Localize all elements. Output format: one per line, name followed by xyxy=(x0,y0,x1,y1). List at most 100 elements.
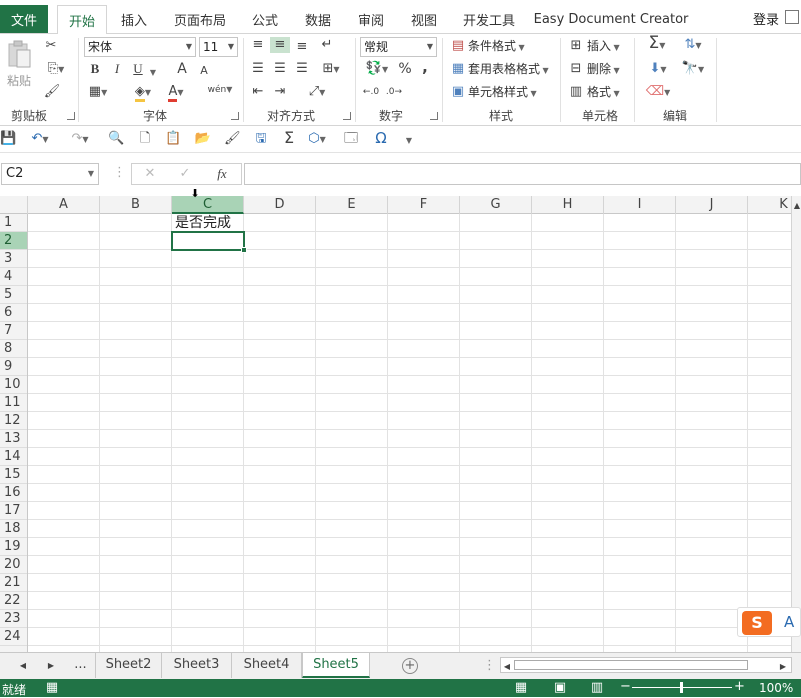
row-header[interactable]: 14 xyxy=(0,448,27,466)
cut-icon[interactable]: ✂ xyxy=(43,38,59,54)
clipboard-launcher-icon[interactable] xyxy=(67,112,75,120)
tab-data[interactable]: 数据 xyxy=(298,5,338,33)
file-tab[interactable]: 文件 xyxy=(0,5,48,33)
align-left-icon[interactable]: ☰ xyxy=(249,61,267,77)
bold-button[interactable]: B xyxy=(88,61,102,77)
undo-icon[interactable]: ↶▼ xyxy=(27,131,53,148)
prev-sheet-icon[interactable]: ◀ xyxy=(18,658,28,674)
italic-button[interactable]: I xyxy=(110,61,124,77)
percent-button[interactable]: % xyxy=(397,61,413,77)
page-break-view-icon[interactable]: ▥ xyxy=(590,680,604,696)
active-cell-c2[interactable] xyxy=(171,231,245,251)
format-as-table-icon[interactable]: ▦ xyxy=(450,61,466,77)
open-folder-icon[interactable]: 📂 xyxy=(194,131,212,147)
scroll-up-icon[interactable]: ▲ xyxy=(792,198,801,214)
scroll-right-icon[interactable]: ▶ xyxy=(779,659,787,675)
zoom-level[interactable]: 100% xyxy=(759,681,793,695)
column-header-e[interactable]: E xyxy=(316,196,388,214)
align-middle-icon[interactable]: ≡ xyxy=(270,37,290,53)
next-sheet-icon[interactable]: ▶ xyxy=(46,658,56,674)
row-header[interactable]: 18 xyxy=(0,520,27,538)
row-header[interactable]: 15 xyxy=(0,466,27,484)
page-layout-view-icon[interactable]: ▣ xyxy=(553,680,567,696)
grow-font-button[interactable]: A xyxy=(175,61,189,77)
row-header[interactable]: 23 xyxy=(0,610,27,628)
alignment-launcher-icon[interactable] xyxy=(343,112,351,120)
cancel-icon[interactable]: ✕ xyxy=(143,166,157,182)
sum-qat-icon[interactable]: Σ xyxy=(281,130,297,146)
merge-center-icon[interactable]: ⊞▼ xyxy=(316,61,346,78)
tab-review[interactable]: 审阅 xyxy=(351,5,391,33)
sheet-tab-sheet4[interactable]: Sheet4 xyxy=(232,653,302,678)
customize-qat-icon[interactable]: ▼ xyxy=(403,132,415,149)
row-header[interactable]: 1 xyxy=(0,214,27,232)
ime-toolbar[interactable]: S A xyxy=(737,607,801,637)
paste-qat-icon[interactable]: 📋 xyxy=(165,131,181,147)
insert-function-button[interactable]: fx xyxy=(214,166,230,182)
delete-cells-button[interactable]: 删除 ▼ xyxy=(587,60,620,80)
column-header-c[interactable]: C xyxy=(172,196,244,214)
macro-record-icon[interactable]: ▦ xyxy=(45,680,59,696)
font-name-select[interactable]: 宋体 ▼ xyxy=(84,37,196,57)
redo-icon[interactable]: ↷▼ xyxy=(67,131,93,148)
zoom-out-icon[interactable]: − xyxy=(620,679,631,695)
font-launcher-icon[interactable] xyxy=(231,112,239,120)
format-as-table-button[interactable]: 套用表格格式 ▼ xyxy=(468,60,549,80)
paste-icon[interactable] xyxy=(6,40,32,70)
row-header[interactable]: 20 xyxy=(0,556,27,574)
zoom-in-icon[interactable]: + xyxy=(734,679,745,695)
new-sheet-button[interactable]: + xyxy=(402,658,418,674)
select-all-corner[interactable] xyxy=(0,196,28,214)
column-header-j[interactable]: J xyxy=(676,196,748,214)
row-header[interactable]: 3 xyxy=(0,250,27,268)
column-header-b[interactable]: B xyxy=(100,196,172,214)
tab-page-layout[interactable]: 页面布局 xyxy=(168,5,232,33)
row-header[interactable]: 2 xyxy=(0,232,27,250)
conditional-format-icon[interactable]: ▤ xyxy=(450,38,466,54)
cell-styles-button[interactable]: 单元格样式 ▼ xyxy=(468,83,537,103)
formula-input[interactable] xyxy=(244,163,801,185)
number-launcher-icon[interactable] xyxy=(430,112,438,120)
shapes-icon[interactable]: ⬡▼ xyxy=(303,131,331,148)
tab-formulas[interactable]: 公式 xyxy=(246,5,284,33)
name-box[interactable]: C2 ▼ xyxy=(1,163,99,185)
align-center-icon[interactable]: ☰ xyxy=(271,61,289,77)
decrease-decimal-icon[interactable]: .0→ xyxy=(385,84,403,100)
row-header[interactable]: 13 xyxy=(0,430,27,448)
row-header[interactable]: 24 xyxy=(0,628,27,646)
insert-cells-icon[interactable]: ⊞ xyxy=(568,38,584,54)
find-select-icon[interactable]: 🔭▼ xyxy=(678,61,708,78)
row-header[interactable]: 12 xyxy=(0,412,27,430)
format-painter-icon[interactable]: 🖌 xyxy=(43,84,61,100)
column-header-g[interactable]: G xyxy=(460,196,532,214)
copy-icon[interactable]: ⎘▼ xyxy=(42,61,70,78)
column-header-d[interactable]: D xyxy=(244,196,316,214)
paste-label[interactable]: 粘贴 xyxy=(7,72,31,89)
align-top-icon[interactable]: ≡ xyxy=(249,37,267,53)
row-header[interactable]: 16 xyxy=(0,484,27,502)
border-icon[interactable]: ▦▼ xyxy=(86,84,110,101)
ime-mode-label[interactable]: A xyxy=(784,613,794,631)
row-header[interactable]: 5 xyxy=(0,286,27,304)
fill-icon[interactable]: ⬇▼ xyxy=(644,61,672,78)
tab-developer[interactable]: 开发工具 xyxy=(458,5,520,33)
autosum-button[interactable]: Σ▼ xyxy=(642,35,672,54)
format-cells-button[interactable]: 格式 ▼ xyxy=(587,83,620,103)
sort-filter-icon[interactable]: ⇅▼ xyxy=(678,37,708,54)
horizontal-scroll-thumb[interactable] xyxy=(514,660,748,670)
restore-icon[interactable] xyxy=(785,10,799,24)
font-size-select[interactable]: 11 ▼ xyxy=(199,37,238,57)
zoom-slider-thumb[interactable] xyxy=(680,682,683,693)
more-sheets-button[interactable]: ... xyxy=(66,653,96,678)
number-format-select[interactable]: 常规 ▼ xyxy=(360,37,437,57)
increase-indent-icon[interactable]: ⇥ xyxy=(271,84,289,100)
fill-color-icon[interactable]: ◈▼ xyxy=(128,84,158,102)
underline-button[interactable]: U xyxy=(131,61,145,77)
row-header[interactable]: 22 xyxy=(0,592,27,610)
cell-styles-icon[interactable]: ▣ xyxy=(450,84,466,100)
orientation-icon[interactable]: ⤢▼ xyxy=(303,84,331,101)
fill-handle[interactable] xyxy=(241,247,247,253)
row-header[interactable]: 6 xyxy=(0,304,27,322)
tab-easy-document-creator[interactable]: Easy Document Creator xyxy=(534,5,689,33)
row-header[interactable]: 7 xyxy=(0,322,27,340)
